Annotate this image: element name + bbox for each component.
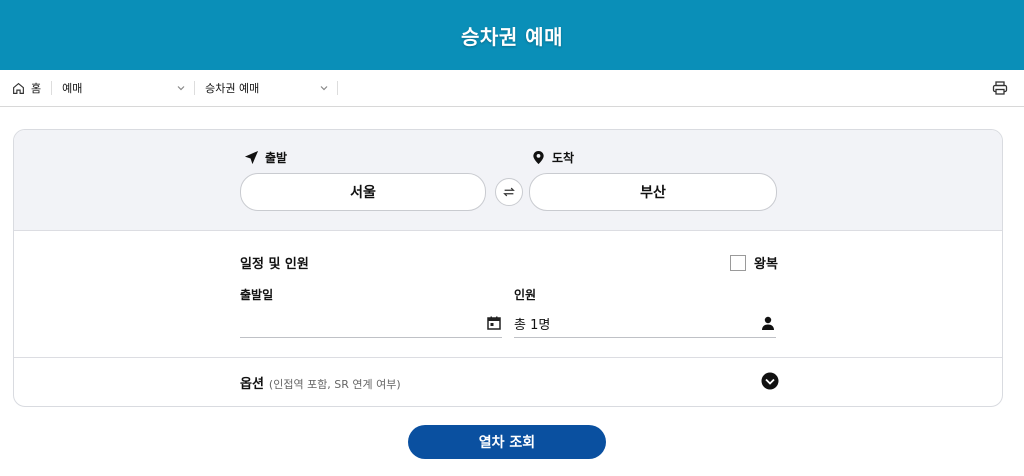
swap-stations-button[interactable] [495, 178, 523, 206]
print-icon[interactable] [992, 80, 1008, 96]
arrival-station-value: 부산 [640, 185, 666, 201]
breadcrumb-home[interactable]: 홈 [12, 81, 53, 95]
departure-station-button[interactable]: 서울 [240, 173, 486, 211]
passenger-count-value: 총 1명 [514, 317, 551, 333]
departure-label-text: 출발 [265, 151, 288, 165]
search-trains-button[interactable]: 열차 조회 [408, 425, 606, 459]
chevron-down-icon [177, 86, 185, 91]
options-title: 옵션 (인접역 포함, SR 연계 여부) [240, 373, 401, 392]
calendar-icon[interactable] [486, 315, 502, 331]
schedule-title: 일정 및 인원 [240, 257, 309, 272]
route-section: 출발 서울 도착 부산 [14, 130, 1002, 231]
date-label: 출발일 [240, 288, 274, 302]
home-icon [13, 82, 24, 94]
breadcrumb-select-ticket-label: 승차권 예매 [205, 82, 260, 95]
departure-station-value: 서울 [350, 185, 376, 201]
arrival-label: 도착 [531, 149, 574, 166]
departure-label: 출발 [244, 149, 287, 166]
people-label: 인원 [514, 288, 537, 302]
round-trip-label: 왕복 [754, 257, 778, 272]
passenger-count-field[interactable]: 총 1명 [514, 309, 776, 338]
departure-date-field[interactable] [240, 309, 502, 338]
round-trip-checkbox[interactable]: 왕복 [730, 253, 778, 272]
location-pin-icon [533, 150, 544, 165]
chevron-down-icon [320, 86, 328, 91]
arrival-station-button[interactable]: 부산 [529, 173, 777, 211]
breadcrumb: 홈 예매 승차권 예매 [0, 70, 1024, 107]
breadcrumb-select-ticket[interactable]: 승차권 예매 [195, 81, 339, 95]
breadcrumb-home-label: 홈 [31, 82, 42, 95]
person-icon [762, 316, 774, 330]
page-title: 승차권 예매 [461, 24, 563, 49]
breadcrumb-select-booking[interactable]: 예매 [52, 81, 196, 95]
booking-panel: 출발 서울 도착 부산 일정 및 인원 왕복 출발일 인원 총 1명 옵션 (인… [13, 129, 1003, 407]
checkbox-box[interactable] [730, 254, 746, 271]
navigation-arrow-icon [244, 150, 259, 165]
chevron-down-circle-icon[interactable] [761, 372, 779, 390]
breadcrumb-select-booking-label: 예매 [62, 82, 83, 95]
arrival-label-text: 도착 [552, 151, 575, 165]
schedule-section: 일정 및 인원 왕복 출발일 인원 총 1명 [14, 231, 1002, 358]
swap-icon [503, 187, 515, 197]
options-title-text: 옵션 [240, 377, 264, 392]
options-section[interactable]: 옵션 (인접역 포함, SR 연계 여부) [14, 358, 1002, 406]
page-header: 승차권 예매 [0, 0, 1024, 70]
options-subtitle: (인접역 포함, SR 연계 여부) [268, 378, 401, 391]
